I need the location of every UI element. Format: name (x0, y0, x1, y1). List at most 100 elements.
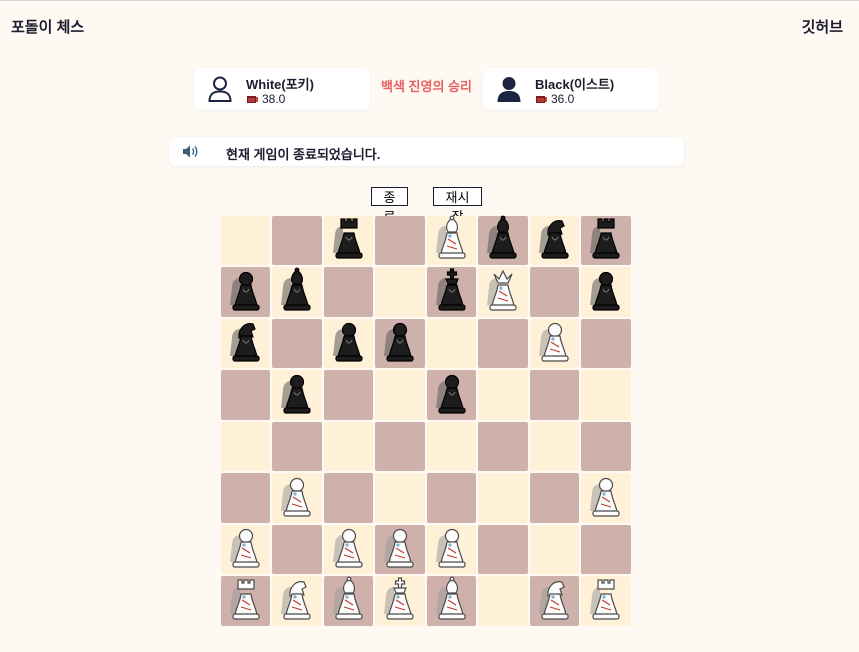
black-pawn-piece[interactable] (224, 267, 268, 318)
board-square[interactable] (221, 576, 271, 627)
board-square[interactable] (581, 267, 631, 318)
board-square[interactable] (375, 267, 425, 317)
black-king-piece[interactable] (430, 267, 474, 318)
board-square[interactable] (581, 370, 631, 420)
board-square[interactable] (323, 215, 374, 266)
white-bishop-piece[interactable] (327, 576, 371, 627)
board-square[interactable] (272, 524, 322, 575)
board-square[interactable] (375, 216, 425, 266)
board-square[interactable] (221, 473, 271, 523)
board-square[interactable] (323, 421, 374, 472)
white-pawn-piece[interactable] (584, 473, 628, 524)
board-square[interactable] (529, 318, 580, 369)
github-link[interactable]: 깃허브 (802, 16, 843, 37)
board-square[interactable] (478, 576, 528, 626)
board-square[interactable] (323, 267, 374, 317)
black-knight-piece[interactable] (224, 318, 268, 369)
black-rook-piece[interactable] (327, 215, 371, 266)
board-square[interactable] (375, 421, 425, 472)
board-square[interactable] (323, 576, 374, 627)
status-bar: 현재 게임이 종료되었습니다. (169, 137, 684, 166)
black-bishop-piece[interactable] (275, 267, 319, 318)
board-square[interactable] (478, 421, 528, 472)
board-square[interactable] (272, 318, 322, 369)
board-square[interactable] (529, 267, 580, 317)
black-pawn-piece[interactable] (275, 370, 319, 421)
board-square[interactable] (221, 318, 271, 369)
board-square[interactable] (581, 524, 631, 575)
board-square[interactable] (272, 370, 322, 421)
white-pawn-piece[interactable] (378, 524, 422, 575)
board-square[interactable] (478, 318, 528, 369)
end-button[interactable]: 종료 (371, 187, 408, 224)
board-square[interactable] (581, 421, 631, 472)
board-square[interactable] (478, 215, 528, 266)
black-bishop-piece[interactable] (481, 215, 525, 266)
player-score-black: 36.0 (535, 92, 574, 106)
board-square[interactable] (426, 318, 477, 369)
board-square[interactable] (478, 524, 528, 575)
board-square[interactable] (375, 524, 425, 575)
board-square[interactable] (272, 267, 322, 318)
white-pawn-piece[interactable] (430, 524, 474, 575)
board-square[interactable] (272, 216, 322, 266)
board-square[interactable] (323, 473, 374, 523)
board-square[interactable] (426, 421, 477, 472)
board-square[interactable] (272, 473, 322, 524)
white-queen-piece[interactable] (481, 267, 525, 318)
board-square[interactable] (426, 576, 477, 627)
board-square[interactable] (426, 370, 477, 421)
board-square[interactable] (581, 215, 631, 266)
board-square[interactable] (375, 473, 425, 523)
board-square[interactable] (272, 576, 322, 627)
black-pawn-piece[interactable] (430, 370, 474, 421)
board-square[interactable] (375, 576, 425, 627)
board-square[interactable] (323, 370, 374, 420)
board-square[interactable] (426, 524, 477, 575)
board-square[interactable] (529, 576, 580, 627)
white-king-piece[interactable] (378, 576, 422, 627)
black-pawn-piece[interactable] (327, 318, 371, 369)
white-rook-piece[interactable] (224, 576, 268, 627)
board-square[interactable] (529, 370, 580, 420)
white-pawn-piece[interactable] (224, 524, 268, 575)
speaker-icon[interactable] (182, 144, 199, 159)
black-pawn-piece[interactable] (378, 318, 422, 369)
board-square[interactable] (581, 318, 631, 369)
chess-board[interactable] (221, 215, 632, 627)
board-square[interactable] (529, 473, 580, 523)
board-square[interactable] (221, 524, 271, 575)
black-rook-piece[interactable] (584, 215, 628, 266)
white-bishop-piece[interactable] (430, 576, 474, 627)
board-square[interactable] (221, 267, 271, 318)
restart-button[interactable]: 재시작 (433, 187, 482, 224)
board-square[interactable] (478, 267, 528, 318)
white-knight-piece[interactable] (533, 576, 577, 627)
board-square[interactable] (478, 370, 528, 420)
board-square[interactable] (478, 473, 528, 523)
white-pawn-piece[interactable] (275, 473, 319, 524)
board-square[interactable] (272, 421, 322, 472)
board-square[interactable] (323, 524, 374, 575)
board-square[interactable] (426, 473, 477, 523)
board-square[interactable] (375, 318, 425, 369)
board-square[interactable] (581, 576, 631, 627)
white-knight-piece[interactable] (275, 576, 319, 627)
black-pawn-piece[interactable] (584, 267, 628, 318)
board-square[interactable] (581, 473, 631, 524)
white-bishop-piece[interactable] (430, 215, 474, 266)
board-square[interactable] (529, 421, 580, 472)
board-square[interactable] (529, 524, 580, 575)
board-square[interactable] (375, 370, 425, 420)
board-square[interactable] (529, 215, 580, 266)
black-knight-piece[interactable] (533, 215, 577, 266)
board-square[interactable] (221, 370, 271, 420)
board-square[interactable] (221, 421, 271, 472)
board-square[interactable] (426, 267, 477, 318)
white-pawn-piece[interactable] (327, 524, 371, 575)
board-square[interactable] (426, 215, 477, 266)
white-pawn-piece[interactable] (533, 318, 577, 369)
white-rook-piece[interactable] (584, 576, 628, 627)
board-square[interactable] (221, 216, 271, 266)
board-square[interactable] (323, 318, 374, 369)
